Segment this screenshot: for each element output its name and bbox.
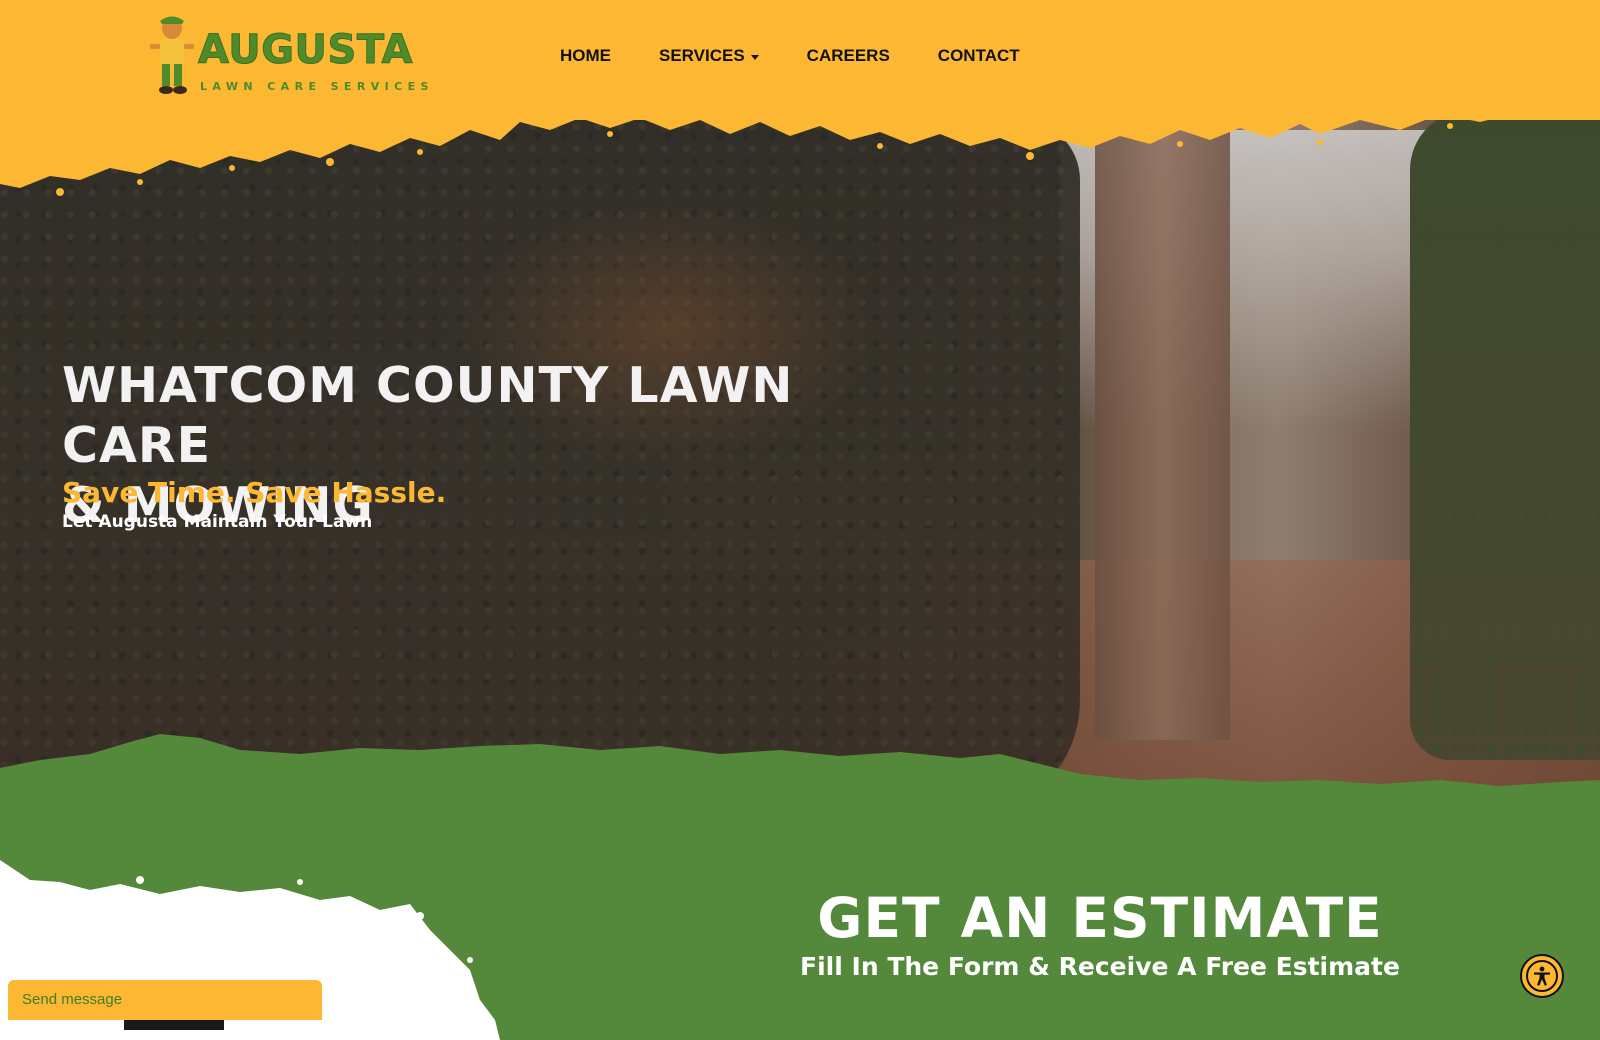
nav-home[interactable]: HOME (560, 46, 611, 66)
hero-title: WHATCOM COUNTY LAWN CARE & MOWING (62, 356, 822, 536)
estimate-title: GET AN ESTIMATE (817, 886, 1383, 950)
nav-contact[interactable]: CONTACT (938, 46, 1020, 66)
mascot-icon (150, 16, 194, 94)
nav-careers[interactable]: CAREERS (807, 46, 890, 66)
nav-services-label: SERVICES (659, 46, 745, 65)
nav-home-label: HOME (560, 46, 611, 65)
brand-name: AUGUSTA (198, 27, 413, 73)
page: AUGUSTA LAWN CARE SERVICES HOME SERVICES… (0, 0, 1600, 1040)
brand-logo[interactable]: AUGUSTA LAWN CARE SERVICES (148, 12, 428, 98)
brand-tagline: LAWN CARE SERVICES (200, 80, 434, 93)
accessibility-icon (1534, 966, 1550, 986)
chevron-down-icon (750, 54, 759, 60)
hero-tagline: Let Augusta Maintain Your Lawn (62, 512, 373, 532)
nav-services[interactable]: SERVICES (659, 46, 759, 66)
nav-careers-label: CAREERS (806, 46, 890, 65)
send-message-button[interactable]: Send message (8, 980, 322, 1020)
accessibility-button[interactable] (1520, 954, 1564, 998)
hero-tree-trunk (1095, 120, 1230, 740)
main-nav: HOME SERVICES CAREERS CONTACT (560, 46, 1068, 66)
nav-contact-label: CONTACT (937, 46, 1020, 65)
hero-subtitle: Save Time. Save Hassle. (62, 476, 447, 509)
hero-title-line1: WHATCOM COUNTY LAWN CARE (62, 357, 794, 474)
accessibility-icon-ring (1526, 960, 1558, 992)
header-torn-edge (0, 100, 1600, 196)
estimate-subtitle: Fill In The Form & Receive A Free Estima… (800, 952, 1400, 981)
